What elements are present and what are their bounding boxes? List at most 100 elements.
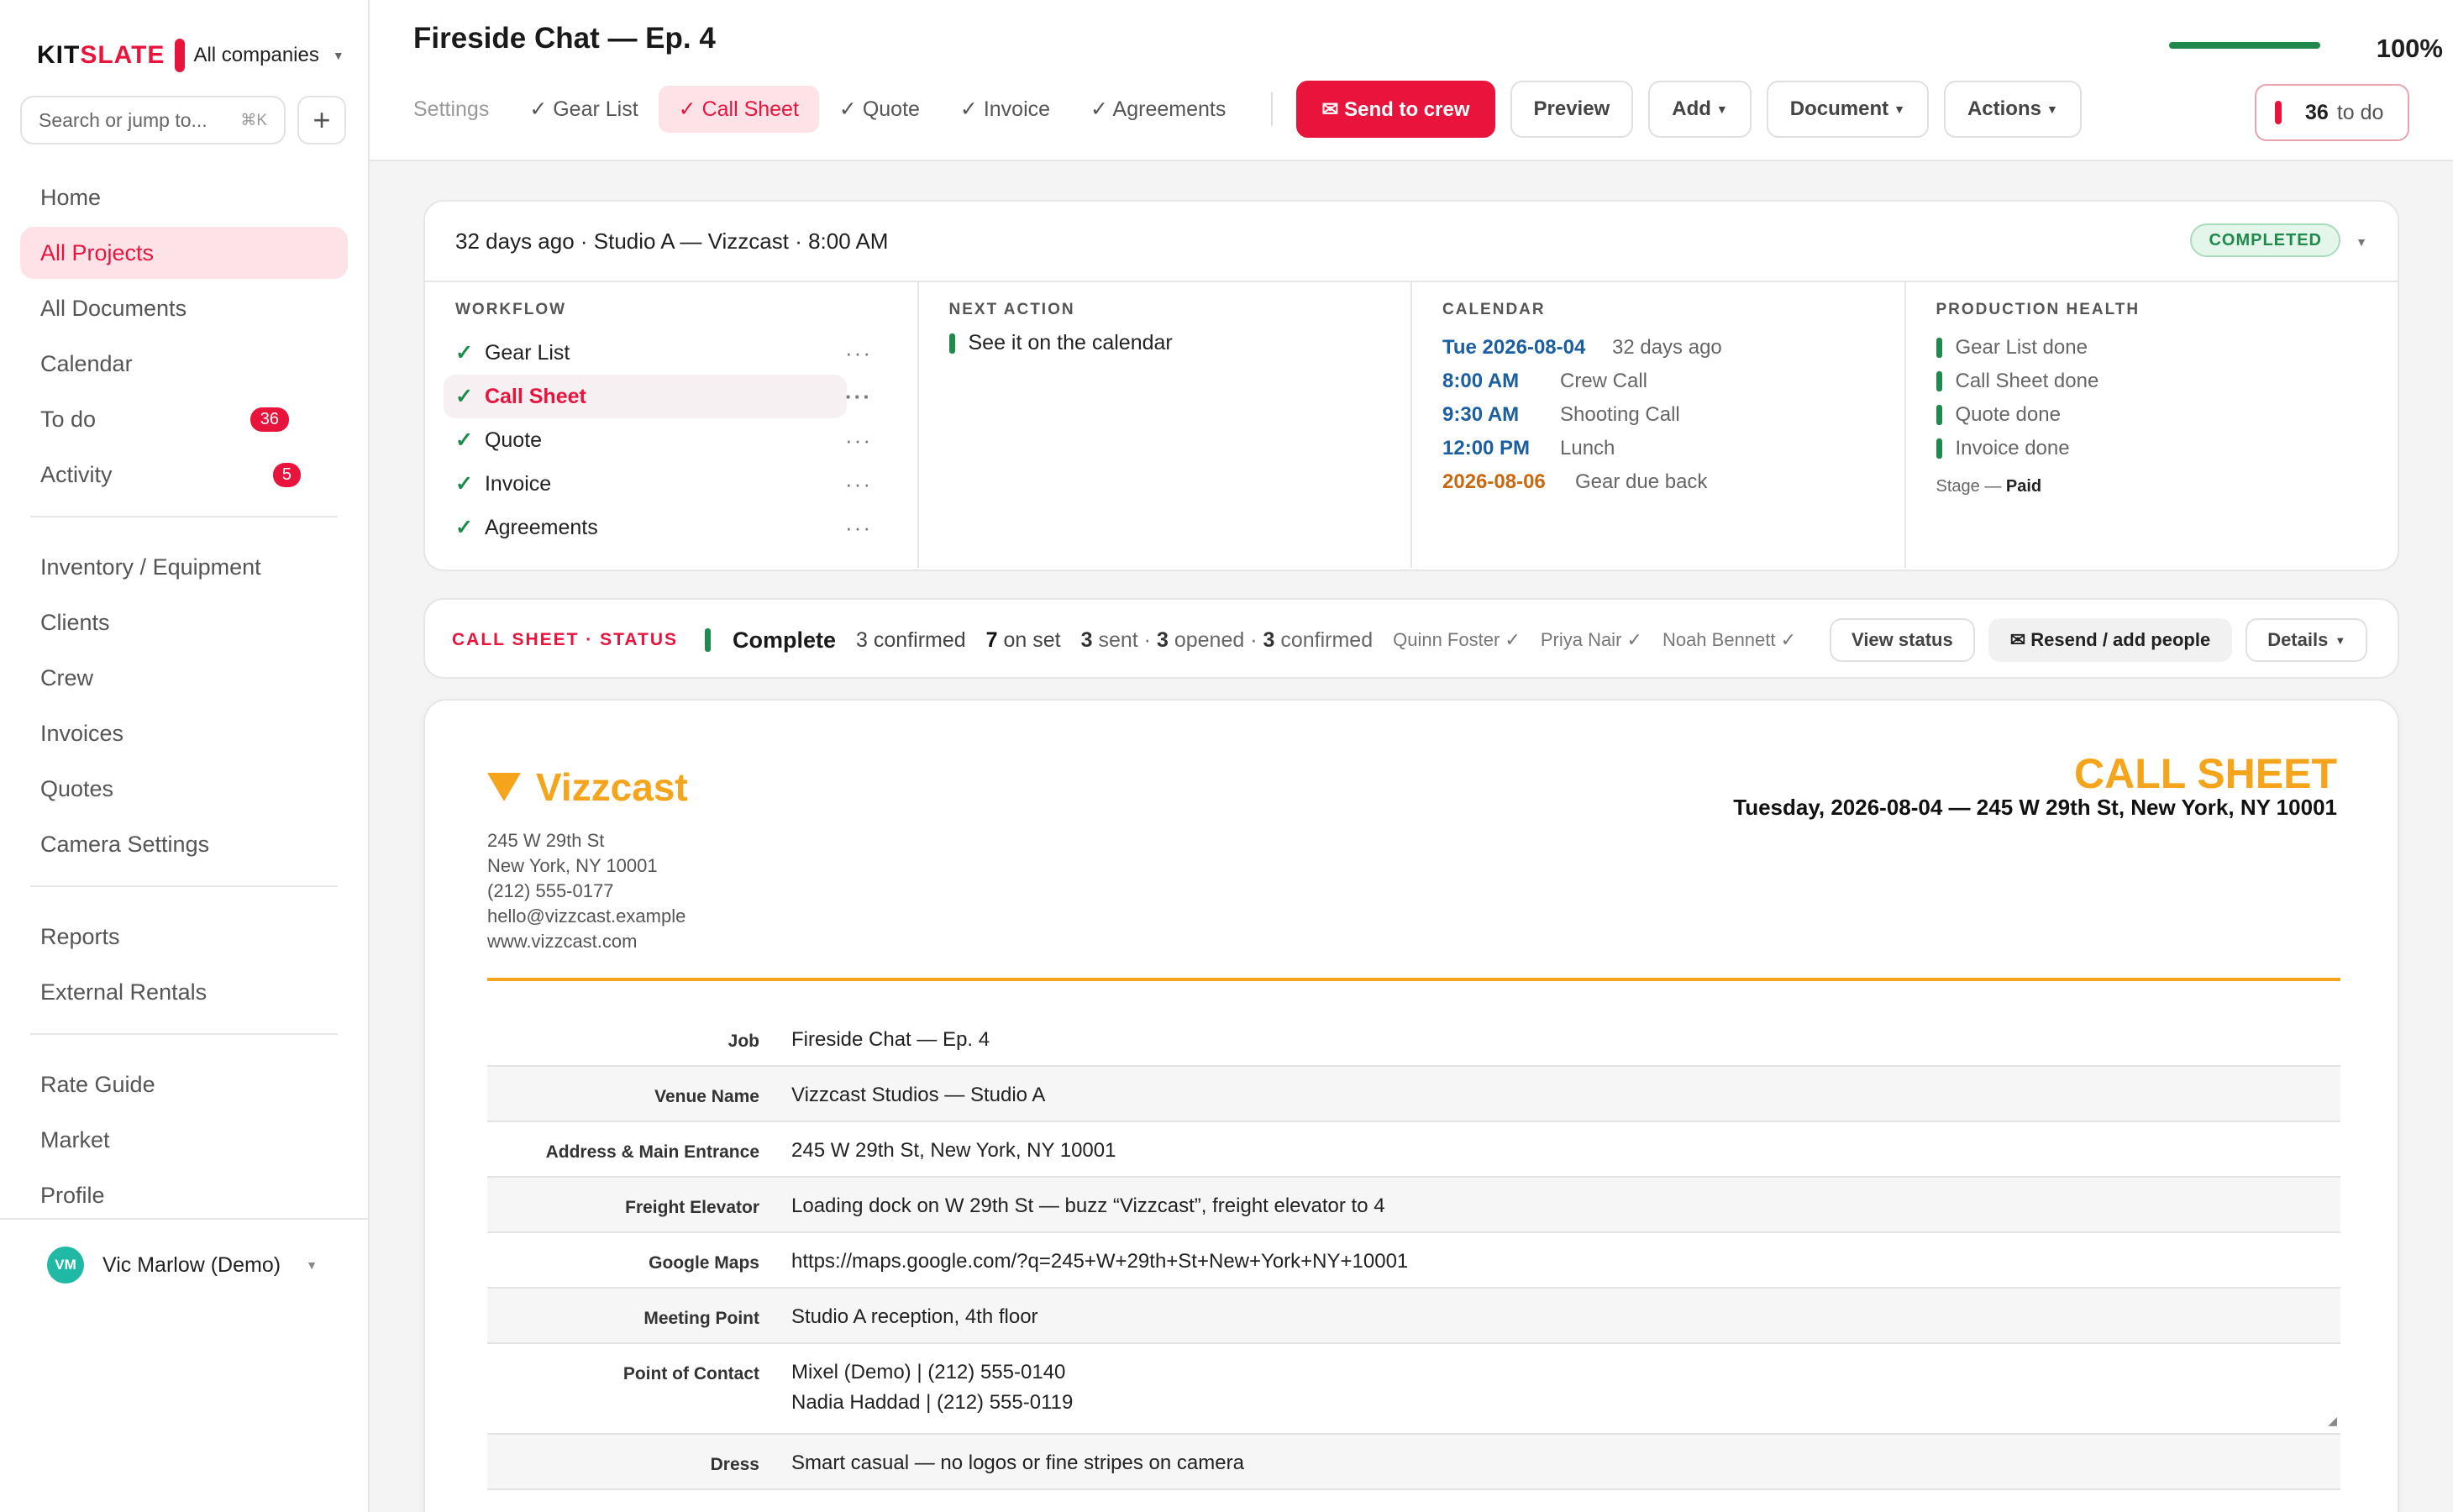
calendar-row: 2026-08-06 Gear due back (1442, 465, 1874, 499)
on-set-count: 7 on set (986, 628, 1061, 653)
preview-button[interactable]: Preview (1510, 81, 1634, 138)
contact-line: Mixel (Demo) | (212) 555-0140 (791, 1361, 1066, 1383)
sidebar-item-invoices[interactable]: Invoices (20, 707, 348, 759)
tab-call-sheet[interactable]: ✓ Call Sheet (658, 86, 819, 133)
overview-header[interactable]: 32 days ago · Studio A — Vizzcast · 8:00… (425, 202, 2398, 282)
document-subtitle: Tuesday, 2026-08-04 — 245 W 29th St, New… (1733, 795, 2337, 820)
workflow-item[interactable]: ✓ Quote ··· (444, 418, 870, 462)
field-label: Job (727, 1032, 759, 1051)
health-item: Call Sheet done (1936, 365, 2368, 398)
details-dropdown-button[interactable]: Details ▼ (2246, 618, 2368, 662)
sidebar-item-all-projects[interactable]: All Projects (20, 227, 348, 279)
sidebar-item-rate-guide[interactable]: Rate Guide (20, 1058, 348, 1110)
calendar-event: Crew Call (1560, 370, 1648, 392)
sidebar-item-market[interactable]: Market (20, 1114, 348, 1166)
chevron-down-icon: ▼ (332, 49, 344, 62)
brand[interactable]: KITSLATE All companies ▼ (37, 37, 344, 74)
health-item-label: Gear List done (1955, 336, 2088, 359)
sidebar-item-label: Reports (40, 923, 120, 949)
sidebar-item-todo[interactable]: To do 36 (20, 393, 348, 445)
sidebar-item-clients[interactable]: Clients (20, 596, 348, 648)
more-icon[interactable]: ··· (845, 384, 872, 410)
status-badge: COMPLETED (2190, 223, 2340, 257)
confirmed-text: confirmed (873, 627, 966, 652)
tab-gear-list[interactable]: ✓ Gear List (509, 86, 658, 133)
workflow-item[interactable]: ✓ Agreements ··· (444, 506, 870, 549)
todo-button[interactable]: 36 to do (2255, 84, 2409, 141)
todo-count: 36 (2305, 100, 2329, 124)
confirmed2-text: confirmed (1280, 627, 1374, 652)
workflow-item[interactable]: ✓ Invoice ··· (444, 462, 870, 506)
user-menu[interactable]: VM Vic Marlow (Demo) ▼ (0, 1218, 368, 1310)
chevron-down-icon: ▼ (2335, 633, 2346, 647)
sidebar-item-home[interactable]: Home (20, 171, 348, 223)
field-textarea[interactable]: Mixel (Demo) | (212) 555-0140 Nadia Hadda… (778, 1344, 2340, 1433)
calendar-row: 9:30 AM Shooting Call (1442, 398, 1874, 432)
sidebar-item-external-rentals[interactable]: External Rentals (20, 966, 348, 1018)
tab-invoice[interactable]: ✓ Invoice (940, 86, 1070, 133)
field-label: Freight Elevator (625, 1198, 759, 1217)
sidebar-item-label: Rate Guide (40, 1071, 155, 1097)
status-indicator (705, 628, 711, 652)
resize-handle-icon[interactable]: ◢ (2328, 1414, 2337, 1428)
workflow-item-label: Quote (484, 428, 543, 452)
calendar-event: 32 days ago (1612, 336, 1722, 359)
field-row: Venue Name Vizzcast Studios — Studio A (487, 1067, 2340, 1122)
sidebar-item-camera-settings[interactable]: Camera Settings (20, 818, 348, 870)
field-value[interactable]: 245 W 29th St, New York, NY 10001 (778, 1122, 2340, 1176)
shortcut-hint: ⌘K (240, 111, 267, 129)
calendar-column: CALENDAR Tue 2026-08-04 32 days ago 8:00 … (1412, 282, 1906, 568)
resend-button[interactable]: ✉ Resend / add people (1988, 618, 2233, 662)
chevron-down-icon: ▼ (306, 1258, 318, 1272)
status-indicator (1936, 438, 1942, 459)
sidebar-item-activity[interactable]: Activity 5 (20, 449, 348, 501)
send-to-crew-button[interactable]: ✉ Send to crew (1296, 81, 1495, 138)
field-label: Google Maps (649, 1253, 759, 1273)
field-value[interactable]: https://maps.google.com/?q=245+W+29th+St… (778, 1233, 2340, 1287)
field-row: Dress Smart casual — no logos or fine str… (487, 1435, 2340, 1490)
field-value[interactable]: Loading dock on W 29th St — buzz “Vizzca… (778, 1178, 2340, 1231)
next-action-link[interactable]: See it on the calendar (948, 331, 1381, 355)
sidebar-item-all-documents[interactable]: All Documents (20, 282, 348, 334)
tab-settings[interactable]: Settings (413, 86, 509, 133)
view-status-button[interactable]: View status (1830, 618, 1975, 662)
sidebar-item-label: Clients (40, 609, 110, 635)
tab-agreements[interactable]: ✓ Agreements (1070, 86, 1246, 133)
next-action-column: NEXT ACTION See it on the calendar (919, 282, 1412, 568)
divider (30, 885, 338, 887)
field-value[interactable]: Smart casual — no logos or fine stripes … (778, 1435, 2340, 1488)
sidebar-item-label: To do (40, 406, 97, 432)
field-value[interactable]: Studio A reception, 4th floor (778, 1289, 2340, 1342)
health-item: Quote done (1936, 398, 2368, 432)
calendar-row: Tue 2026-08-04 32 days ago (1442, 331, 1874, 365)
add-button[interactable]: + (297, 96, 346, 144)
workflow-item[interactable]: ✓ Gear List ··· (444, 331, 870, 375)
company-switcher[interactable]: All companies (193, 44, 318, 67)
more-icon[interactable]: ··· (845, 340, 872, 366)
sidebar-item-crew[interactable]: Crew (20, 652, 348, 704)
actions-dropdown-button[interactable]: Actions ▼ (1943, 81, 2082, 138)
more-icon[interactable]: ··· (845, 515, 872, 541)
progress-bar (2169, 42, 2320, 49)
field-value[interactable]: Vizzcast Studios — Studio A (778, 1067, 2340, 1121)
sidebar-item-profile[interactable]: Profile (20, 1169, 348, 1221)
calendar-event: Shooting Call (1560, 403, 1680, 426)
tab-quote[interactable]: ✓ Quote (819, 86, 940, 133)
field-value[interactable]: Fireside Chat — Ep. 4 (778, 1011, 2340, 1065)
sidebar-item-calendar[interactable]: Calendar (20, 338, 348, 390)
sidebar-item-inventory[interactable]: Inventory / Equipment (20, 541, 348, 593)
workflow-item[interactable]: ✓ Call Sheet ··· (444, 375, 870, 418)
company-logo: Vizzcast (487, 764, 688, 810)
document-dropdown-button[interactable]: Document ▼ (1766, 81, 1929, 138)
sidebar-item-quotes[interactable]: Quotes (20, 763, 348, 815)
website: www.vizzcast.com (487, 931, 638, 952)
workflow-item-label: Agreements (484, 515, 598, 539)
add-dropdown-button[interactable]: Add ▼ (1648, 81, 1752, 138)
search-input[interactable]: Search or jump to... ⌘K (20, 96, 286, 144)
sidebar-item-reports[interactable]: Reports (20, 911, 348, 963)
contact-line: Nadia Haddad | (212) 555-0119 (791, 1391, 1074, 1414)
more-icon[interactable]: ··· (845, 428, 872, 454)
workflow-item-label: Invoice (484, 471, 552, 496)
progress-label: 100% (2376, 34, 2443, 63)
more-icon[interactable]: ··· (845, 471, 872, 497)
